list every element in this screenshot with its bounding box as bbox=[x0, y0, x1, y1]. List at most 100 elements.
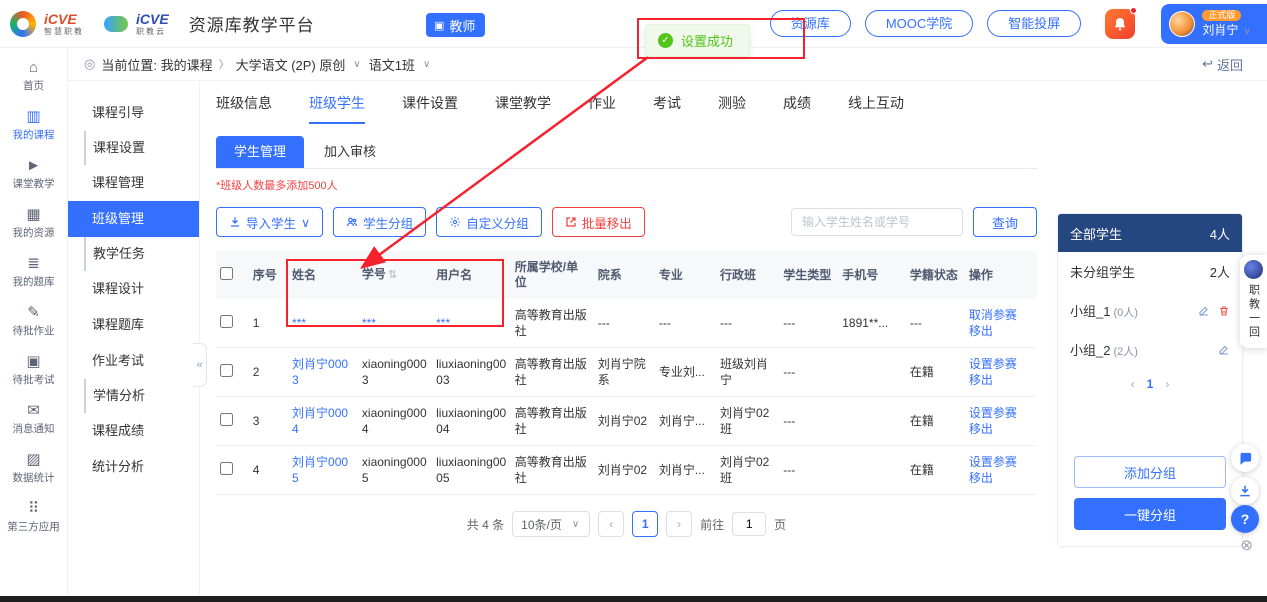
prev-page-button[interactable]: ‹ bbox=[598, 511, 624, 537]
close-widgets-icon[interactable]: ⊗ bbox=[1240, 536, 1253, 554]
sidebar-item-pending-homework[interactable]: ✎ 待批作业 bbox=[0, 297, 67, 346]
assistant-tab[interactable]: 职教一回 bbox=[1240, 255, 1267, 348]
topbar: iCVE 智慧职教 iCVE 职教云 资源库教学平台 ▣ 教师 资源库 MOOC… bbox=[0, 0, 1267, 48]
row-checkbox[interactable] bbox=[220, 462, 233, 475]
teacher-role-badge[interactable]: ▣ 教师 bbox=[426, 13, 485, 37]
current-page[interactable]: 1 bbox=[1147, 377, 1154, 391]
sidebar-item-notifications[interactable]: ✉ 消息通知 bbox=[0, 395, 67, 444]
icve-logo: iCVE 智慧职教 bbox=[44, 12, 84, 36]
student-name-link[interactable]: *** bbox=[292, 315, 354, 331]
sidebar-item-classroom-teaching[interactable]: ► 课堂教学 bbox=[0, 150, 67, 199]
sidebar-item-data-statistics[interactable]: ▨ 数据统计 bbox=[0, 444, 67, 493]
tab-courseware-settings[interactable]: 课件设置 bbox=[402, 93, 458, 122]
cancel-contest-link[interactable]: 取消参赛 bbox=[969, 307, 1033, 323]
batch-remove-button[interactable]: 批量移出 bbox=[552, 207, 645, 237]
remove-link[interactable]: 移出 bbox=[969, 372, 1033, 388]
assistant-avatar-icon bbox=[1244, 260, 1263, 279]
add-group-button[interactable]: 添加分组 bbox=[1074, 456, 1226, 488]
student-name-link[interactable]: 刘肖宁0003 bbox=[292, 356, 354, 388]
smart-casting-button[interactable]: 智能投屏 bbox=[987, 10, 1081, 37]
student-subtabs: 学生管理 加入审核 bbox=[216, 135, 1037, 169]
table-header-row: 序号 姓名 学号⇅ 用户名 所属学校/单位 院系 专业 行政班 学生类型 手机号 bbox=[216, 251, 1037, 299]
row-checkbox[interactable] bbox=[220, 413, 233, 426]
chevron-down-icon: ∨ bbox=[1244, 26, 1251, 37]
set-contest-link[interactable]: 设置参赛 bbox=[969, 405, 1033, 421]
set-contest-link[interactable]: 设置参赛 bbox=[969, 454, 1033, 470]
breadcrumb-class[interactable]: 语文1班 bbox=[369, 55, 415, 74]
sidebar-item-pending-exams[interactable]: ▣ 待批考试 bbox=[0, 346, 67, 395]
chat-bubble-icon[interactable] bbox=[1231, 444, 1259, 472]
sidebar-item-my-courses[interactable]: ▥ 我的课程 bbox=[0, 101, 67, 150]
chart-icon: ▨ bbox=[26, 452, 40, 467]
student-search-input[interactable] bbox=[791, 208, 963, 236]
subtab-join-review[interactable]: 加入审核 bbox=[304, 136, 396, 168]
row-checkbox[interactable] bbox=[220, 364, 233, 377]
page-size-select[interactable]: 10条/页 ∨ bbox=[512, 511, 590, 537]
remove-link[interactable]: 移出 bbox=[969, 470, 1033, 486]
edit-icon[interactable] bbox=[1198, 305, 1210, 317]
custom-grouping-button[interactable]: 自定义分组 bbox=[436, 207, 542, 237]
trash-icon[interactable] bbox=[1218, 305, 1230, 317]
tab-homework[interactable]: 作业 bbox=[588, 93, 616, 122]
menu-item-course-grades[interactable]: 课程成绩 bbox=[68, 413, 199, 449]
tab-classroom-teaching[interactable]: 课堂教学 bbox=[495, 93, 551, 122]
sidebar-item-my-resources[interactable]: ▦ 我的资源 bbox=[0, 199, 67, 248]
subtab-student-management[interactable]: 学生管理 bbox=[216, 136, 304, 168]
select-all-checkbox[interactable] bbox=[220, 267, 233, 280]
all-students-header: 全部学生 4人 bbox=[1058, 214, 1242, 252]
student-name-link[interactable]: 刘肖宁0004 bbox=[292, 405, 354, 437]
group-member-count: (0人) bbox=[1113, 307, 1137, 319]
goto-page-input[interactable] bbox=[732, 512, 766, 536]
menu-item-statistical-analysis[interactable]: 统计分析 bbox=[68, 449, 199, 485]
menu-item-homework-exam[interactable]: 作业考试 bbox=[68, 343, 199, 379]
sort-icon[interactable]: ⇅ bbox=[388, 269, 397, 281]
mooc-college-button[interactable]: MOOC学院 bbox=[865, 10, 973, 37]
tab-grades[interactable]: 成绩 bbox=[783, 93, 811, 122]
row-checkbox[interactable] bbox=[220, 315, 233, 328]
tab-class-info[interactable]: 班级信息 bbox=[216, 93, 272, 122]
tab-online-interaction[interactable]: 线上互动 bbox=[848, 93, 904, 122]
chevron-down-icon[interactable]: ∨ bbox=[353, 59, 360, 70]
breadcrumb-course[interactable]: 大学语文 (2P) 原创 bbox=[236, 55, 346, 74]
next-page-arrow[interactable]: › bbox=[1165, 377, 1169, 391]
menu-item-course-design[interactable]: 课程设计 bbox=[68, 271, 199, 307]
chevron-down-icon[interactable]: ∨ bbox=[423, 59, 430, 70]
user-menu[interactable]: 正式版 刘肖宁 ∨ bbox=[1161, 4, 1267, 44]
edit-icon[interactable] bbox=[1218, 344, 1230, 356]
current-page-button[interactable]: 1 bbox=[632, 511, 658, 537]
version-badge: 正式版 bbox=[1202, 10, 1241, 21]
class-students-page: 班级信息 班级学生 课件设置 课堂教学 作业 考试 测验 成绩 线上互动 学生管… bbox=[200, 81, 1057, 596]
group-row[interactable]: 小组_1(0人) bbox=[1058, 291, 1242, 330]
group-row[interactable]: 小组_2(2人) bbox=[1058, 330, 1242, 369]
query-button[interactable]: 查询 bbox=[973, 207, 1037, 237]
student-grouping-button[interactable]: 学生分组 bbox=[333, 207, 426, 237]
notification-bell-icon[interactable] bbox=[1105, 9, 1135, 39]
back-button[interactable]: ↩ 返回 bbox=[1202, 55, 1243, 74]
menu-collapse-handle[interactable]: « bbox=[193, 343, 207, 387]
import-students-button[interactable]: 导入学生 ∨ bbox=[216, 207, 323, 237]
ungrouped-students-row[interactable]: 未分组学生 2人 bbox=[1058, 252, 1242, 291]
sidebar-item-home[interactable]: ⌂ 首页 bbox=[0, 52, 67, 101]
one-click-group-button[interactable]: 一键分组 bbox=[1074, 498, 1226, 530]
tab-class-students[interactable]: 班级学生 bbox=[309, 93, 365, 124]
tab-exam[interactable]: 考试 bbox=[653, 93, 681, 122]
remove-link[interactable]: 移出 bbox=[969, 421, 1033, 437]
student-name-link[interactable]: 刘肖宁0005 bbox=[292, 454, 354, 486]
sidebar-item-third-party-apps[interactable]: ⠿ 第三方应用 bbox=[0, 493, 67, 542]
resource-library-button[interactable]: 资源库 bbox=[770, 10, 851, 37]
menu-item-course-question-bank[interactable]: 课程题库 bbox=[68, 307, 199, 343]
download-float-icon[interactable] bbox=[1231, 477, 1259, 505]
help-icon[interactable]: ? bbox=[1231, 505, 1259, 533]
download-icon bbox=[229, 216, 241, 228]
set-contest-link[interactable]: 设置参赛 bbox=[969, 356, 1033, 372]
col-student-type: 学生类型 bbox=[779, 251, 838, 299]
menu-item-course-management[interactable]: 课程管理 bbox=[68, 165, 199, 201]
col-student-id[interactable]: 学号⇅ bbox=[358, 251, 432, 299]
menu-item-course-guide[interactable]: 课程引导 bbox=[68, 95, 199, 131]
sidebar-item-my-question-bank[interactable]: ≣ 我的题库 bbox=[0, 248, 67, 297]
tab-quiz[interactable]: 测验 bbox=[718, 93, 746, 122]
prev-page-arrow[interactable]: ‹ bbox=[1131, 377, 1135, 391]
next-page-button[interactable]: › bbox=[666, 511, 692, 537]
menu-item-class-management[interactable]: 班级管理 bbox=[68, 201, 199, 237]
remove-link[interactable]: 移出 bbox=[969, 323, 1033, 339]
